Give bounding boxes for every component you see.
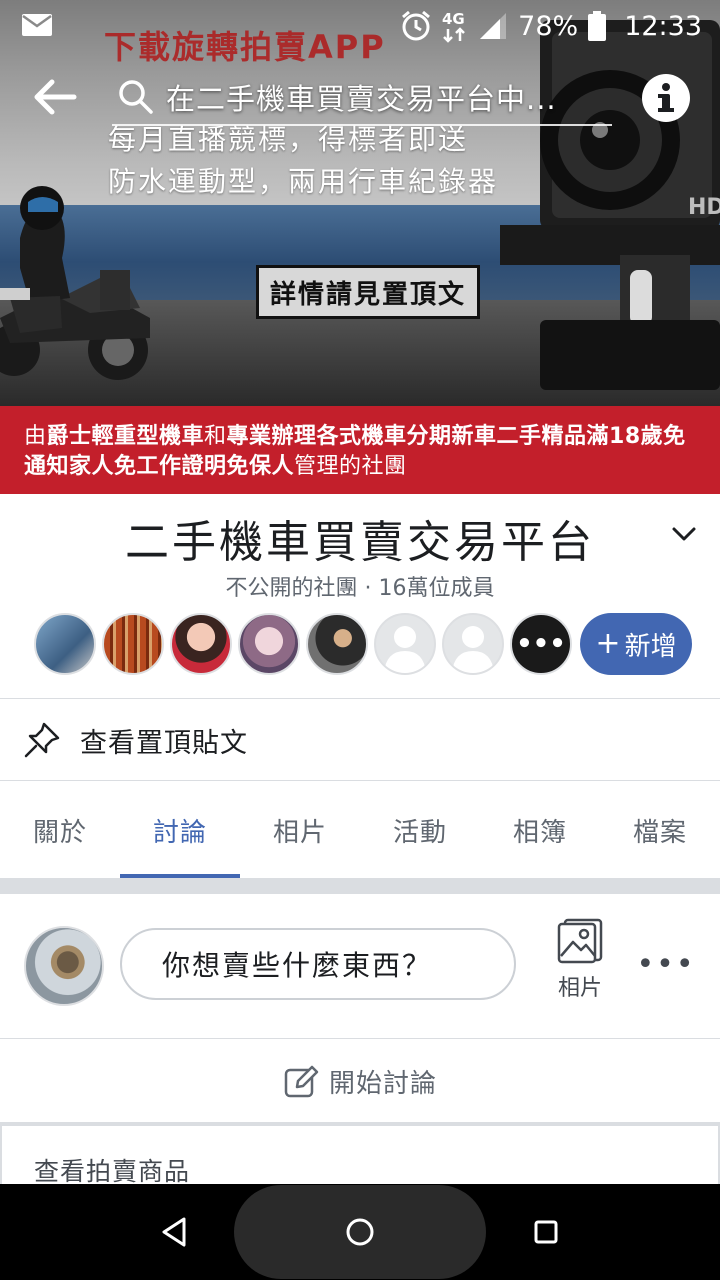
search-icon [119, 80, 153, 114]
view-pinned-posts[interactable]: 查看置頂貼文 [0, 700, 720, 780]
member-avatars: ••• + 新增 [34, 612, 692, 676]
chevron-down-icon[interactable] [668, 518, 700, 550]
divider [0, 698, 720, 699]
member-avatar[interactable] [442, 613, 504, 675]
divider [0, 780, 720, 781]
pin-icon [24, 722, 60, 758]
photo-button-label: 相片 [557, 976, 602, 1001]
member-avatar[interactable] [306, 613, 368, 675]
back-nav-icon[interactable] [156, 1214, 192, 1250]
banner-text-1: 由 [24, 424, 47, 449]
default-avatar-icon [452, 626, 494, 673]
start-discussion-button[interactable]: 開始討論 [0, 1038, 720, 1124]
status-bar: 4G 78% 12:33 [0, 0, 720, 52]
add-member-button[interactable]: + 新增 [580, 613, 692, 675]
tab-photos[interactable]: 相片 [240, 782, 360, 878]
add-member-label: 新增 [624, 631, 677, 662]
member-avatar[interactable] [170, 613, 232, 675]
user-avatar[interactable] [24, 926, 104, 1006]
4g-icon: 4G [442, 10, 466, 43]
photo-icon [557, 918, 603, 964]
group-meta: 不公開的社團 · 16萬位成員 [225, 576, 495, 601]
motorcycle-rider-image [0, 186, 150, 380]
back-arrow-icon[interactable] [30, 74, 80, 120]
mail-icon [22, 14, 52, 36]
more-options-icon[interactable]: ••• [636, 944, 693, 984]
sell-prompt-input[interactable]: 你想賣些什麼東西？ [120, 928, 516, 1000]
tab-albums[interactable]: 相簿 [480, 782, 600, 878]
info-icon[interactable] [642, 74, 690, 122]
post-composer: 你想賣些什麼東西？ 相片 ••• [0, 894, 720, 1038]
more-members-button[interactable]: ••• [510, 613, 572, 675]
auction-items-card[interactable]: 查看拍賣商品 [0, 1124, 720, 1186]
group-cover-photo[interactable]: 下載旋轉拍賣APP 每月直播競標，得標者即送 防水運動型，兩用行車紀錄器 詳情請… [0, 0, 720, 406]
member-avatar[interactable] [238, 613, 300, 675]
info-glyph [658, 83, 674, 112]
pinned-posts-label: 查看置頂貼文 [80, 727, 248, 759]
member-avatar[interactable] [102, 613, 164, 675]
group-admin-banner[interactable]: 由爵士輕重型機車和專業辦理各式機車分期新車二手精品滿18歲免通知家人免工作證明免… [0, 406, 720, 494]
battery-icon [588, 11, 607, 41]
default-avatar-icon [384, 626, 426, 673]
svg-text:HD: HD [688, 195, 720, 220]
section-separator [0, 878, 720, 894]
group-search-bar[interactable]: 在二手機車買賣交易平台中... [112, 70, 612, 126]
svg-text:4G: 4G [442, 10, 465, 28]
banner-text-2: 和 [204, 424, 227, 449]
group-tabs: 關於 討論 相片 活動 相簿 檔案 [0, 782, 720, 878]
member-avatar[interactable] [34, 613, 96, 675]
alarm-icon [402, 10, 431, 41]
tab-files[interactable]: 檔案 [600, 782, 720, 878]
banner-admin-name: 爵士輕重型機車 [46, 424, 205, 449]
edit-icon [284, 1065, 319, 1098]
tab-events[interactable]: 活動 [360, 782, 480, 878]
cover-notice-box: 詳情請見置頂文 [256, 265, 480, 319]
banner-text-3: 管理的社團 [294, 454, 407, 479]
start-discussion-label: 開始討論 [328, 1068, 437, 1099]
search-placeholder: 在二手機車買賣交易平台中... [166, 82, 557, 116]
home-nav-icon[interactable] [342, 1214, 378, 1250]
signal-icon [480, 13, 507, 39]
tab-discussion[interactable]: 討論 [120, 782, 240, 878]
clock-time: 12:33 [624, 10, 702, 42]
photo-button[interactable]: 相片 [548, 918, 612, 1014]
recents-nav-icon[interactable] [528, 1214, 564, 1250]
system-navigation-bar [0, 1184, 720, 1280]
battery-percent: 78% [518, 10, 579, 42]
plus-icon: + [595, 625, 621, 661]
auction-items-label: 查看拍賣商品 [34, 1157, 191, 1186]
member-avatar[interactable] [374, 613, 436, 675]
tab-about[interactable]: 關於 [0, 782, 120, 878]
group-title: 二手機車買賣交易平台 [125, 517, 595, 568]
